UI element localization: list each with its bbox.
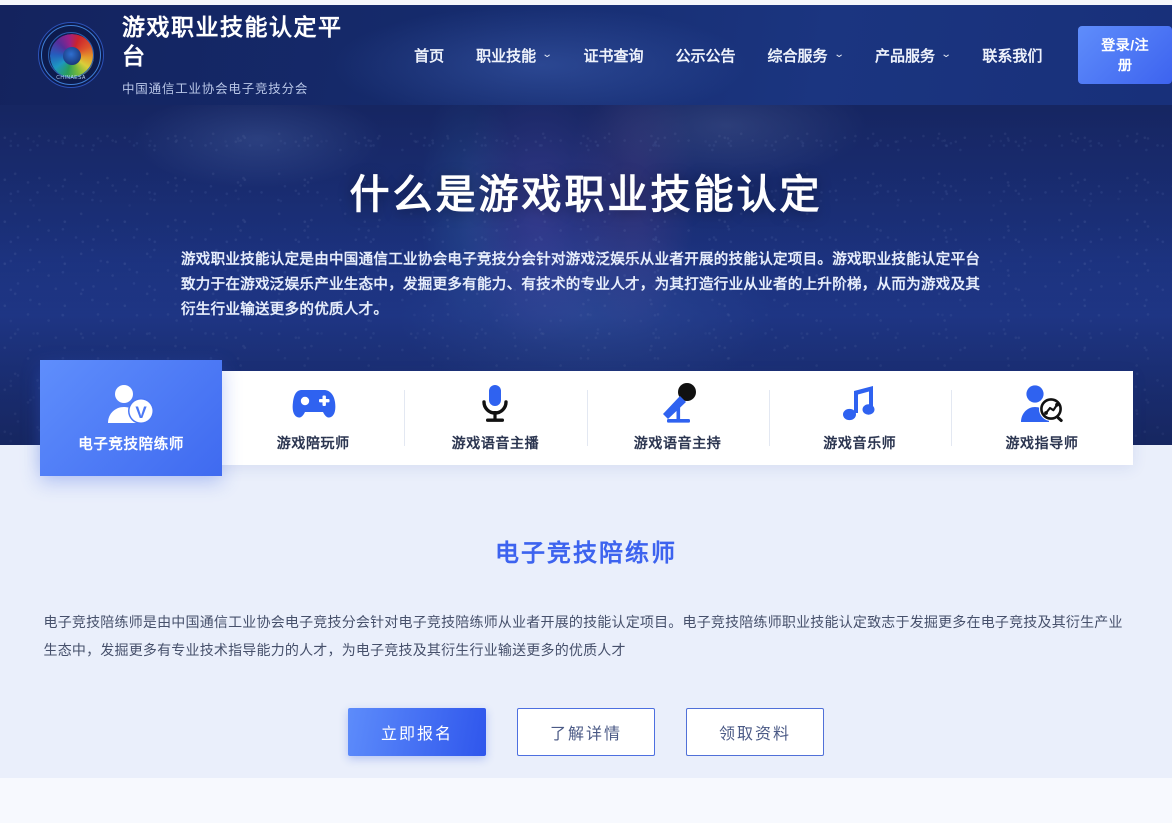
nav-item-announcements[interactable]: 公示公告 xyxy=(676,45,736,66)
chinaesa-emblem-icon: CHINAESA xyxy=(38,22,104,88)
nav-item-contact-us[interactable]: 联系我们 xyxy=(982,45,1042,66)
chevron-down-icon: ⌄ xyxy=(833,48,845,60)
profession-tabs: V 电子竞技陪练师 游戏陪玩师 游戏语音主播 游戏语音主持 游戏音乐师 游戏指导… xyxy=(40,360,1133,476)
enroll-now-button[interactable]: 立即报名 xyxy=(348,708,486,756)
nav-label: 产品服务 xyxy=(874,47,935,65)
hero-content: 什么是游戏职业技能认定 游戏职业技能认定是由中国通信工业协会电子竞技分会针对游戏… xyxy=(0,105,1172,323)
brand-title: 游戏职业技能认定平台 xyxy=(122,14,343,69)
tab-label: 游戏语音主持 xyxy=(633,435,722,451)
nav-item-product-services[interactable]: 产品服务 ⌄ xyxy=(874,45,952,66)
tab-label: 电子竞技陪练师 xyxy=(78,436,184,453)
tab-voice-host[interactable]: 游戏语音主持 xyxy=(586,371,769,465)
tab-game-companion[interactable]: 游戏陪玩师 xyxy=(222,371,404,465)
tab-label: 游戏语音主播 xyxy=(451,435,540,451)
mic-stand-icon xyxy=(656,383,700,425)
nav-item-home[interactable]: 首页 xyxy=(414,45,444,66)
nav-label: 证书查询 xyxy=(583,47,644,65)
nav-item-skills[interactable]: 职业技能 ⌄ xyxy=(476,45,553,66)
nav-label: 职业技能 xyxy=(476,47,537,65)
tab-label: 游戏指导师 xyxy=(1005,435,1079,451)
page-bottom-space xyxy=(0,778,1172,823)
learn-more-button[interactable]: 了解详情 xyxy=(517,708,655,756)
nav-label: 综合服务 xyxy=(767,47,828,65)
nav-label: 联系我们 xyxy=(982,47,1043,65)
action-buttons: 立即报名 了解详情 领取资料 xyxy=(0,708,1172,756)
tab-voice-streamer[interactable]: 游戏语音主播 xyxy=(404,371,586,465)
get-materials-button[interactable]: 领取资料 xyxy=(686,708,824,756)
chevron-down-icon: ⌄ xyxy=(940,48,952,60)
tab-label: 游戏陪玩师 xyxy=(276,435,350,451)
hero-description: 游戏职业技能认定是由中国通信工业协会电子竞技分会针对游戏泛娱乐从业者开展的技能认… xyxy=(181,252,981,318)
brand-subtitle: 中国通信工业协会电子竞技分会 xyxy=(122,81,309,96)
tab-esports-coach[interactable]: V 电子竞技陪练师 xyxy=(40,360,223,476)
brand[interactable]: CHINAESA 游戏职业技能认定平台 中国通信工业协会电子竞技分会 xyxy=(38,13,364,97)
tab-game-musician[interactable]: 游戏音乐师 xyxy=(768,371,951,465)
chevron-down-icon: ⌄ xyxy=(541,48,553,60)
page-description: 电子竞技陪练师是由中国通信工业协会电子竞技分会针对电子竞技陪练师从业者开展的技能… xyxy=(43,614,1123,658)
nav-label: 首页 xyxy=(414,47,445,65)
tab-game-instructor[interactable]: 游戏指导师 xyxy=(950,371,1133,465)
microphone-icon xyxy=(478,383,512,425)
login-register-button[interactable]: 登录/注册 xyxy=(1078,26,1172,84)
nav-label: 公示公告 xyxy=(675,47,736,65)
user-coach-icon xyxy=(1017,383,1067,425)
detail-section: 电子竞技陪练师 电子竞技陪练师是由中国通信工业协会电子竞技分会针对电子竞技陪练师… xyxy=(0,445,1172,778)
site-header: CHINAESA 游戏职业技能认定平台 中国通信工业协会电子竞技分会 首页 职业… xyxy=(0,5,1172,105)
page-root: CHINAESA 游戏职业技能认定平台 中国通信工业协会电子竞技分会 首页 职业… xyxy=(0,0,1172,823)
nav-item-certificate-query[interactable]: 证书查询 xyxy=(584,45,644,66)
music-note-icon xyxy=(840,383,880,425)
main-nav: 首页 职业技能 ⌄ 证书查询 公示公告 综合服务 ⌄ 产品服务 ⌄ 联系我们 登… xyxy=(414,26,1172,84)
hero-title: 什么是游戏职业技能认定 xyxy=(349,173,823,217)
tab-label: 游戏音乐师 xyxy=(823,435,897,451)
nav-item-comprehensive-services[interactable]: 综合服务 ⌄ xyxy=(767,45,845,66)
user-verified-icon: V xyxy=(105,383,157,425)
brand-text: 游戏职业技能认定平台 中国通信工业协会电子竞技分会 xyxy=(122,13,364,97)
gamepad-icon xyxy=(290,383,336,425)
svg-text:V: V xyxy=(135,403,147,422)
